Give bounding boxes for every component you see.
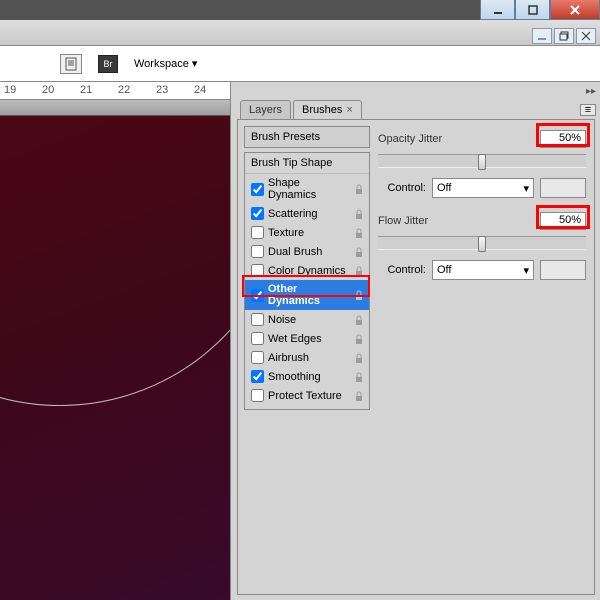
- flow-control-value: [540, 260, 586, 280]
- slider-thumb[interactable]: [478, 154, 486, 170]
- opacity-control-select[interactable]: Off▾: [432, 178, 534, 198]
- brush-options-list: Brush Tip Shape Shape Dynamics Scatterin…: [244, 152, 370, 410]
- title-bar: [0, 20, 600, 46]
- lock-icon: [353, 371, 365, 383]
- lock-icon: [353, 183, 365, 195]
- lock-icon: [353, 333, 365, 345]
- document-tab-strip: [0, 100, 230, 116]
- tab-layers[interactable]: Layers: [240, 100, 291, 119]
- checkbox-shape-dynamics[interactable]: [251, 183, 264, 196]
- checkbox-smoothing[interactable]: [251, 370, 264, 383]
- bridge-icon[interactable]: Br: [98, 55, 118, 73]
- canvas-area[interactable]: [0, 116, 230, 600]
- brush-tip-shape-button[interactable]: Brush Tip Shape: [245, 153, 369, 174]
- panel-menu-button[interactable]: ≡: [580, 104, 596, 116]
- chevron-down-icon: ▾: [523, 182, 529, 195]
- checkbox-other-dynamics[interactable]: [251, 289, 264, 302]
- lock-icon: [353, 208, 365, 220]
- slider-thumb[interactable]: [478, 236, 486, 252]
- option-scattering[interactable]: Scattering: [245, 204, 369, 223]
- close-button[interactable]: [550, 0, 600, 20]
- option-texture[interactable]: Texture: [245, 223, 369, 242]
- checkbox-noise[interactable]: [251, 313, 264, 326]
- flow-jitter-value[interactable]: 50%: [540, 212, 586, 230]
- circle-path: [0, 116, 230, 406]
- checkbox-scattering[interactable]: [251, 207, 264, 220]
- minimize-button[interactable]: [480, 0, 515, 20]
- option-airbrush[interactable]: Airbrush: [245, 348, 369, 367]
- lock-icon: [353, 246, 365, 258]
- lock-icon: [353, 352, 365, 364]
- brushes-panel: Brush Presets Brush Tip Shape Shape Dyna…: [237, 119, 595, 595]
- checkbox-texture[interactable]: [251, 226, 264, 239]
- checkbox-wet-edges[interactable]: [251, 332, 264, 345]
- opacity-jitter-value[interactable]: 50%: [540, 130, 586, 148]
- checkbox-color-dynamics[interactable]: [251, 264, 264, 277]
- checkbox-dual-brush[interactable]: [251, 245, 264, 258]
- workspace-label: Workspace ▾: [134, 57, 197, 70]
- maximize-button[interactable]: [515, 0, 550, 20]
- option-shape-dynamics[interactable]: Shape Dynamics: [245, 174, 369, 204]
- chevron-down-icon: ▾: [523, 264, 529, 277]
- checkbox-airbrush[interactable]: [251, 351, 264, 364]
- flow-control-select[interactable]: Off▾: [432, 260, 534, 280]
- option-wet-edges[interactable]: Wet Edges: [245, 329, 369, 348]
- option-other-dynamics[interactable]: Other Dynamics: [245, 280, 369, 310]
- lock-icon: [353, 390, 365, 402]
- brush-presets-button[interactable]: Brush Presets: [244, 126, 370, 148]
- sub-close-button[interactable]: [576, 28, 596, 44]
- lock-icon: [353, 265, 365, 277]
- flow-jitter-slider[interactable]: [378, 236, 586, 250]
- lock-icon: [353, 289, 365, 301]
- opacity-control-value: [540, 178, 586, 198]
- option-dual-brush[interactable]: Dual Brush: [245, 242, 369, 261]
- opacity-jitter-slider[interactable]: [378, 154, 586, 168]
- control-label: Control:: [378, 264, 426, 276]
- tab-brushes[interactable]: Brushes×: [293, 100, 362, 119]
- document-icon[interactable]: [60, 54, 82, 74]
- checkbox-protect-texture[interactable]: [251, 389, 264, 402]
- workspace-dropdown[interactable]: Workspace ▾: [134, 57, 197, 70]
- lock-icon: [353, 314, 365, 326]
- opacity-jitter-label: Opacity Jitter: [378, 133, 442, 145]
- horizontal-ruler: 19 20 21 22 23 24: [0, 82, 230, 100]
- option-noise[interactable]: Noise: [245, 310, 369, 329]
- option-protect-texture[interactable]: Protect Texture: [245, 386, 369, 405]
- sub-restore-button[interactable]: [554, 28, 574, 44]
- control-label: Control:: [378, 182, 426, 194]
- sub-minimize-button[interactable]: [532, 28, 552, 44]
- flow-jitter-label: Flow Jitter: [378, 215, 428, 227]
- collapse-arrow-icon[interactable]: ▸▸: [586, 86, 596, 97]
- options-bar: Br Workspace ▾: [0, 46, 600, 82]
- lock-icon: [353, 227, 365, 239]
- option-color-dynamics[interactable]: Color Dynamics: [245, 261, 369, 280]
- close-icon[interactable]: ×: [346, 104, 352, 116]
- option-smoothing[interactable]: Smoothing: [245, 367, 369, 386]
